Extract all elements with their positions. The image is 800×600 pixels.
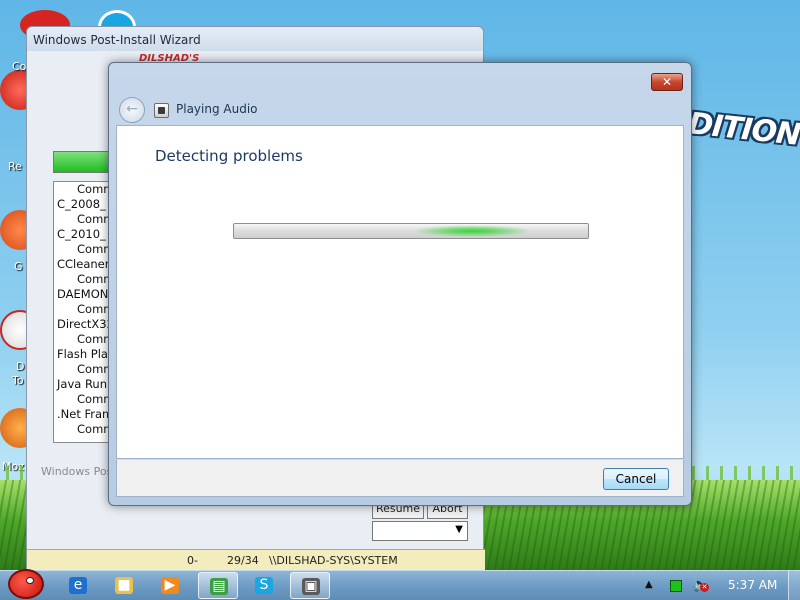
desktop-icon-label: Co — [12, 60, 27, 73]
wizard-title: Windows Post-Install Wizard — [27, 27, 483, 51]
wizard-progress-bar — [53, 151, 113, 173]
desktop-icon-label: D — [16, 360, 25, 373]
taskbar-item-internet-explorer[interactable]: e — [58, 572, 98, 599]
list-item: Comm — [77, 422, 113, 436]
taskbar-item-troubleshooter[interactable]: ▣ — [290, 572, 330, 599]
status-cell: 0- — [187, 554, 198, 567]
wizard-icon: ▤ — [210, 578, 228, 595]
list-item: Comm — [77, 302, 113, 316]
skype-icon: S — [255, 577, 273, 594]
dialog-content: Detecting problems — [116, 125, 684, 459]
desktop-icon-label: To — [12, 374, 24, 387]
taskbar-item-skype[interactable]: S — [244, 572, 284, 599]
list-item: C_2010_ — [57, 227, 106, 241]
list-item: Comm — [77, 212, 113, 226]
clock[interactable]: 5:37 AM — [728, 578, 777, 592]
troubleshooter-dialog[interactable]: ✕ ← Playing Audio Detecting problems Can… — [108, 62, 692, 506]
list-item: Comm — [77, 272, 113, 286]
list-item: .Net Fram — [57, 407, 113, 421]
network-icon[interactable] — [670, 580, 682, 592]
dialog-header: ← Playing Audio — [119, 97, 679, 123]
list-item: DAEMON — [57, 287, 109, 301]
close-icon: ✕ — [661, 75, 673, 89]
media-player-icon: ▶ — [161, 577, 179, 594]
cancel-button[interactable]: Cancel — [603, 468, 669, 490]
internet-explorer-icon: e — [69, 577, 87, 594]
close-button[interactable]: ✕ — [651, 73, 683, 91]
status-heading: Detecting problems — [155, 147, 303, 165]
folder-icon: ■ — [115, 577, 133, 594]
taskbar-item-wizard[interactable]: ▤ — [198, 572, 238, 599]
progress-glow — [412, 225, 532, 237]
bird-eye — [26, 577, 34, 584]
chevron-down-icon: ▼ — [455, 524, 463, 535]
wizard-footer-label: Windows Post — [41, 465, 117, 478]
list-item: Java Run — [57, 377, 107, 391]
show-desktop-button[interactable] — [788, 571, 800, 600]
list-item: Flash Pla — [57, 347, 108, 361]
angry-bird-start-icon — [8, 569, 44, 599]
troubleshooter-icon: ▣ — [302, 578, 320, 595]
muted-x-icon: ✕ — [700, 583, 709, 592]
list-item: Comm — [77, 392, 113, 406]
dialog-footer: Cancel — [116, 459, 684, 497]
taskbar-item-media-player[interactable]: ▶ — [150, 572, 190, 599]
back-button[interactable]: ← — [119, 97, 145, 123]
desktop-icon-label: Re — [8, 160, 22, 173]
wallpaper-edition-text: DITION — [686, 106, 800, 153]
list-item: Comm — [77, 332, 113, 346]
list-item: C_2008_ — [57, 197, 106, 211]
list-item: Comm — [77, 362, 113, 376]
start-button[interactable] — [4, 567, 44, 600]
wizard-dropdown[interactable]: ▼ — [372, 521, 468, 541]
dialog-title: Playing Audio — [176, 102, 258, 116]
list-item: CCleaner — [57, 257, 110, 271]
list-item: DirectX32 — [57, 317, 113, 331]
desktop-icon-label: G — [14, 260, 23, 273]
list-item: Comm — [77, 182, 113, 196]
taskbar-item-folder[interactable]: ■ — [104, 572, 144, 599]
show-hidden-icons-icon[interactable]: ▲ — [645, 579, 653, 590]
list-item: Comm — [77, 242, 113, 256]
back-arrow-icon: ← — [126, 101, 138, 117]
wizard-task-list[interactable]: Comm C_2008_ Comm C_2010_ Comm CCleaner Comm DA… — [53, 181, 113, 443]
status-cell: \\DILSHAD-SYS\SYSTEM — [269, 554, 398, 567]
troubleshooter-icon — [154, 103, 169, 118]
marquee-progress-bar — [233, 223, 589, 239]
status-cell: 29/34 — [227, 554, 259, 567]
taskbar: e■▶▤S▣ ▲ 🔈 ✕ 5:37 AM — [0, 567, 800, 600]
